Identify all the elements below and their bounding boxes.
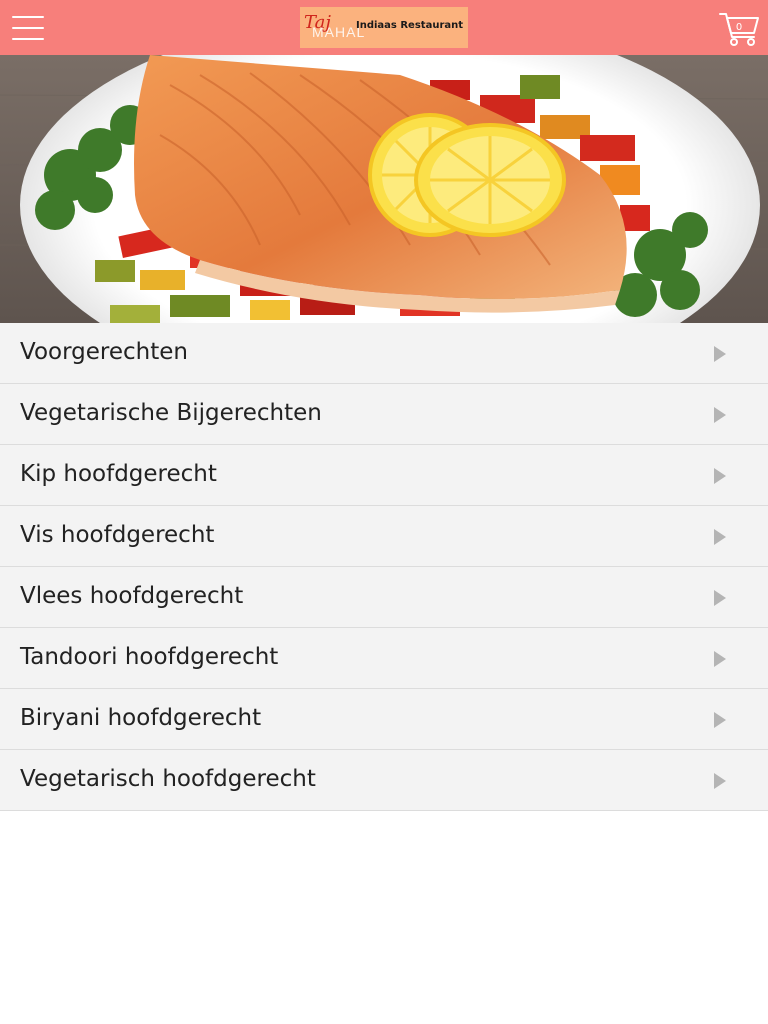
category-item[interactable]: Vis hoofdgerecht (0, 506, 768, 567)
chevron-right-icon (714, 651, 726, 667)
category-item[interactable]: Biryani hoofdgerecht (0, 689, 768, 750)
hero-image (0, 55, 768, 323)
chevron-right-icon (714, 407, 726, 423)
category-label: Tandoori hoofdgerecht (20, 644, 279, 670)
category-list: Voorgerechten Vegetarische Bijgerechten … (0, 323, 768, 811)
category-label: Vegetarische Bijgerechten (20, 400, 322, 426)
logo-tagline: Indiaas Restaurant (356, 20, 464, 31)
cart-count-badge: 0 (735, 22, 743, 33)
category-label: Voorgerechten (20, 339, 188, 365)
category-item[interactable]: Voorgerechten (0, 323, 768, 384)
category-label: Vlees hoofdgerecht (20, 583, 244, 609)
menu-bar (12, 27, 44, 29)
category-item[interactable]: Kip hoofdgerecht (0, 445, 768, 506)
category-item[interactable]: Vlees hoofdgerecht (0, 567, 768, 628)
chevron-right-icon (714, 712, 726, 728)
category-item[interactable]: Vegetarisch hoofdgerecht (0, 750, 768, 811)
category-label: Kip hoofdgerecht (20, 461, 217, 487)
chevron-right-icon (714, 346, 726, 362)
menu-bar (12, 16, 44, 18)
app-header: Taj MAHAL Indiaas Restaurant 0 (0, 0, 768, 55)
hamburger-menu-button[interactable] (12, 15, 44, 41)
restaurant-logo[interactable]: Taj MAHAL Indiaas Restaurant (300, 7, 468, 48)
cart-button[interactable]: 0 (718, 9, 762, 47)
chevron-right-icon (714, 773, 726, 789)
category-label: Vegetarisch hoofdgerecht (20, 766, 316, 792)
category-label: Biryani hoofdgerecht (20, 705, 262, 731)
salmon-dish-image (0, 55, 768, 323)
menu-bar (12, 38, 44, 40)
category-item[interactable]: Vegetarische Bijgerechten (0, 384, 768, 445)
chevron-right-icon (714, 468, 726, 484)
chevron-right-icon (714, 590, 726, 606)
chevron-right-icon (714, 529, 726, 545)
category-item[interactable]: Tandoori hoofdgerecht (0, 628, 768, 689)
category-label: Vis hoofdgerecht (20, 522, 215, 548)
